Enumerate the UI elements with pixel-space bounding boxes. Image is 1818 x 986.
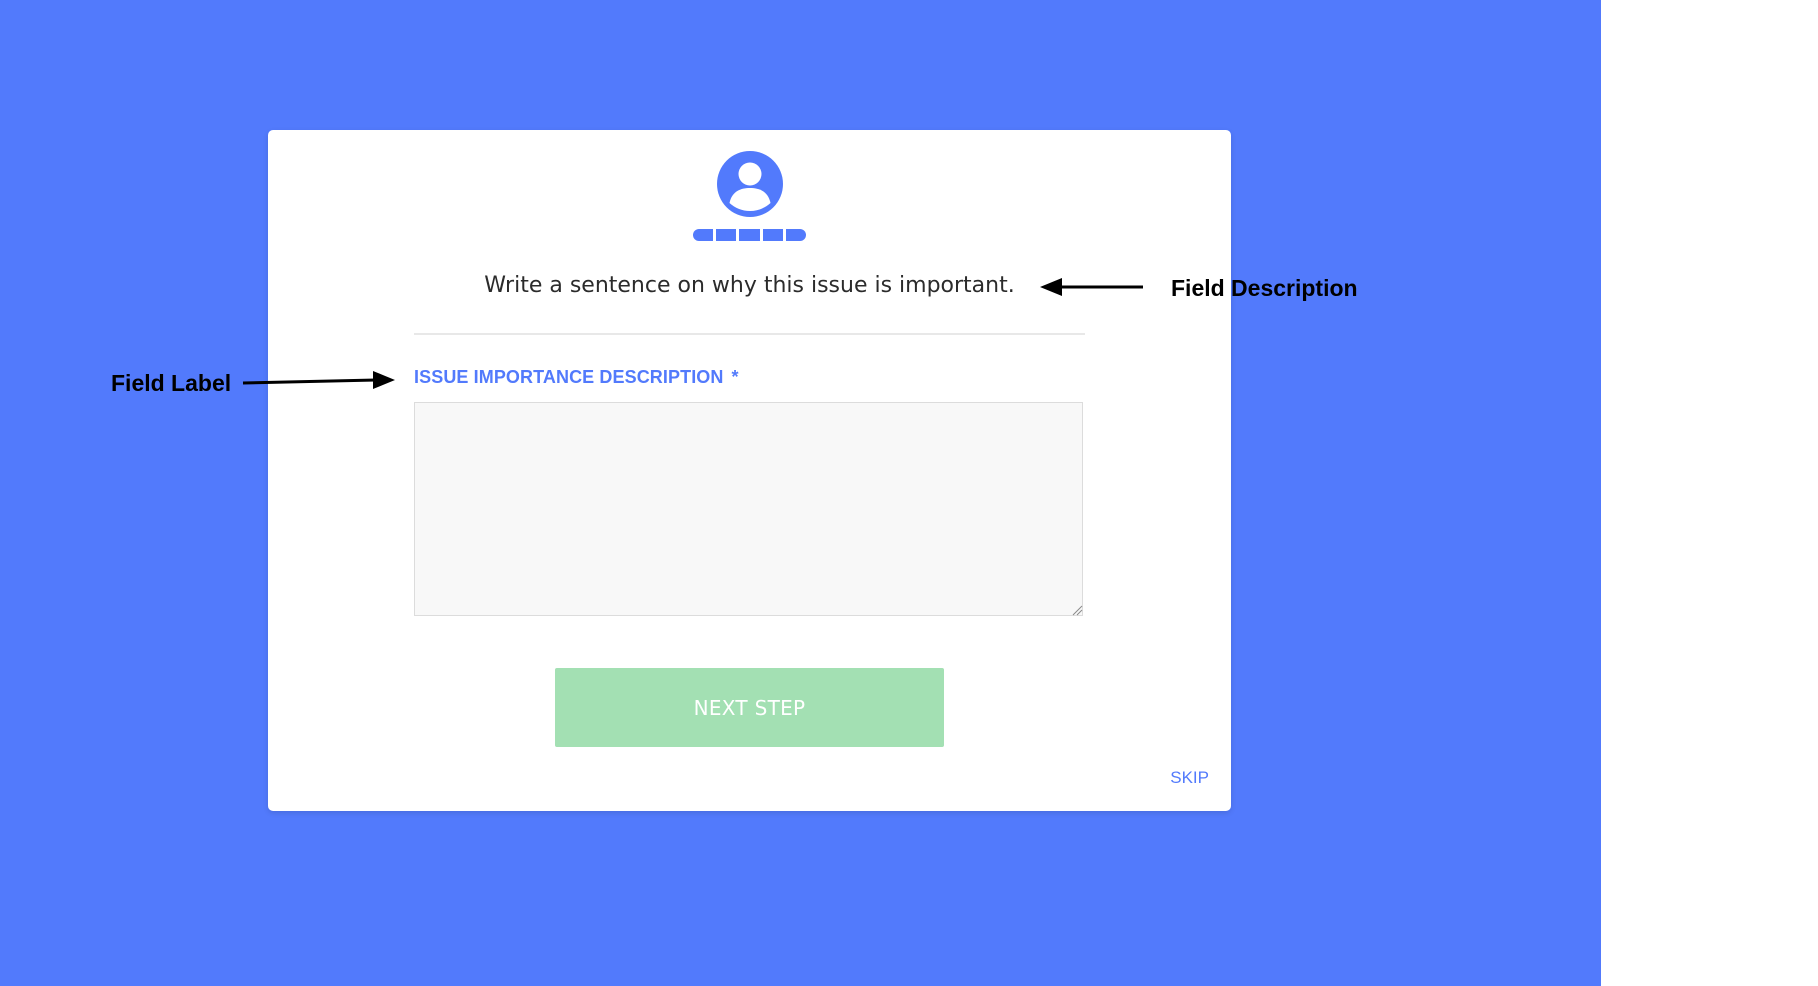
progress-step (785, 229, 807, 241)
progress-step (716, 229, 737, 241)
next-step-button[interactable]: NEXT STEP (555, 668, 944, 747)
progress-step (762, 229, 783, 241)
skip-link[interactable]: SKIP (1170, 768, 1209, 788)
field-label: ISSUE IMPORTANCE DESCRIPTION * (414, 367, 739, 388)
field-label-text: ISSUE IMPORTANCE DESCRIPTION (414, 367, 724, 387)
field-description: Write a sentence on why this issue is im… (484, 273, 1015, 298)
form-card: Write a sentence on why this issue is im… (268, 130, 1231, 811)
annotation-field-description: Field Description (1171, 275, 1358, 301)
required-marker: * (731, 367, 739, 387)
annotation-field-label: Field Label (111, 370, 232, 396)
resize-grip-icon[interactable] (1071, 604, 1083, 616)
divider (414, 333, 1085, 335)
progress-step (693, 229, 714, 241)
progress-indicator (693, 229, 807, 241)
user-avatar-icon (717, 151, 783, 217)
issue-importance-textarea[interactable] (414, 402, 1083, 616)
progress-step (739, 229, 760, 241)
